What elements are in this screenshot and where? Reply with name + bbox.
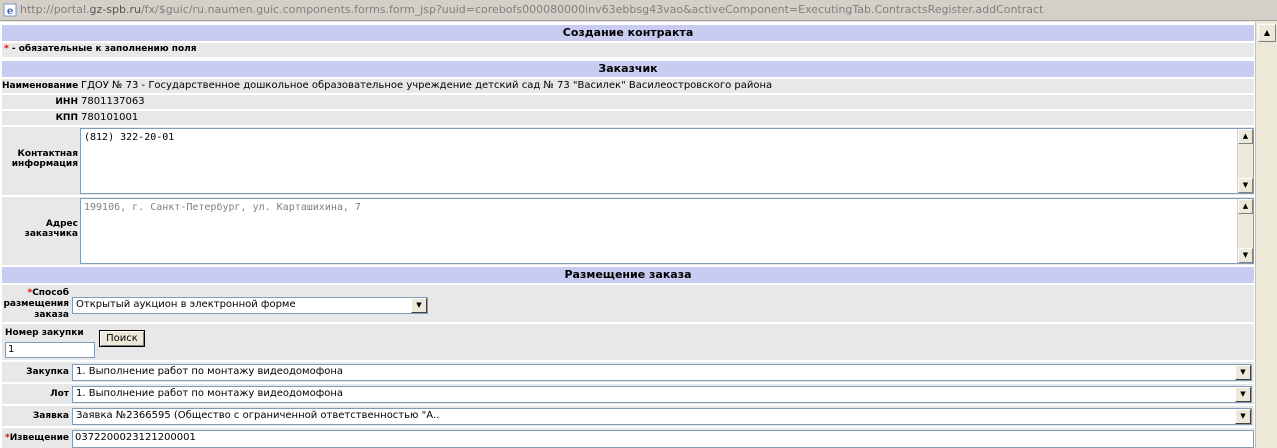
page-content: Создание контракта * - обязательные к за… xyxy=(0,22,1256,448)
placement-method-row: *Способ размещения заказа Открытый аукци… xyxy=(2,285,1254,322)
purchase-select[interactable]: 1. Выполнение работ по монтажу видеодомо… xyxy=(72,364,1252,381)
application-row: Заявка Заявка №2366595 (Общество с огран… xyxy=(2,406,1254,426)
purchase-value: 1. Выполнение работ по монтажу видеодомо… xyxy=(76,366,344,377)
customer-kpp-row: КПП 780101001 xyxy=(2,111,1254,125)
placement-method-label: *Способ размещения заказа xyxy=(3,288,69,320)
customer-name-label: Наименование xyxy=(2,81,79,91)
ie-page-icon: e xyxy=(3,3,17,17)
customer-inn-row: ИНН 7801137063 xyxy=(2,95,1254,109)
search-button[interactable]: Поиск xyxy=(99,330,145,347)
inn-value: 7801137063 xyxy=(81,96,145,107)
application-label: Заявка xyxy=(32,411,69,421)
scroll-down-icon[interactable]: ▼ xyxy=(1238,248,1253,263)
address-bar[interactable]: e http://portal.gz-spb.ru/fx/$guic/ru.na… xyxy=(0,0,1277,21)
chevron-down-icon[interactable]: ▼ xyxy=(1235,365,1251,380)
customer-address-label: Адрес заказчика xyxy=(24,219,78,239)
customer-name-value: ГДОУ № 73 - Государственное дошкольное о… xyxy=(81,80,773,91)
customer-address-row: Адрес заказчика 199106, г. Санкт-Петербу… xyxy=(2,197,1254,265)
contact-info-row: Контактная информация (812) 322-20-01 ▲ … xyxy=(2,127,1254,195)
notice-label: *Извещение xyxy=(5,433,69,443)
lot-value: 1. Выполнение работ по монтажу видеодомо… xyxy=(76,388,344,399)
scroll-up-icon[interactable]: ▲ xyxy=(1238,129,1253,144)
scroll-up-icon[interactable]: ▲ xyxy=(1258,24,1276,42)
notice-value: 0372200023121200001 xyxy=(75,432,196,443)
required-note-row: * - обязательные к заполнению поля xyxy=(2,43,1254,57)
page-vertical-scrollbar[interactable]: ▲ xyxy=(1255,22,1277,448)
application-value: Заявка №2366595 (Общество с ограниченной… xyxy=(76,410,440,421)
chevron-down-icon[interactable]: ▼ xyxy=(411,298,427,313)
customer-address-text: 199106, г. Санкт-Петербург, ул. Карташих… xyxy=(84,202,361,213)
form-title: Создание контракта xyxy=(2,25,1254,41)
chevron-down-icon[interactable]: ▼ xyxy=(1235,409,1251,424)
customer-name-row: Наименование ГДОУ № 73 - Государственное… xyxy=(2,79,1254,93)
contact-info-textarea[interactable]: (812) 322-20-01 ▲ ▼ xyxy=(80,128,1254,194)
scroll-down-icon[interactable]: ▼ xyxy=(1238,178,1253,193)
lot-label: Лот xyxy=(50,389,69,399)
url-text[interactable]: http://portal.gz-spb.ru/fx/$guic/ru.naum… xyxy=(20,3,1043,16)
chevron-down-icon[interactable]: ▼ xyxy=(1235,387,1251,402)
purchase-number-label: Номер закупки xyxy=(5,328,84,338)
address-textarea-scrollbar[interactable]: ▲ ▼ xyxy=(1237,199,1253,263)
placement-method-value: Открытый аукцион в электронной форме xyxy=(76,299,296,310)
purchase-number-input[interactable]: 1 xyxy=(5,342,95,358)
application-select[interactable]: Заявка №2366595 (Общество с ограниченной… xyxy=(72,408,1252,425)
purchase-label: Закупка xyxy=(26,367,69,377)
lot-select[interactable]: 1. Выполнение работ по монтажу видеодомо… xyxy=(72,386,1252,403)
purchase-row: Закупка 1. Выполнение работ по монтажу в… xyxy=(2,362,1254,382)
customer-address-textarea[interactable]: 199106, г. Санкт-Петербург, ул. Карташих… xyxy=(80,198,1254,264)
notice-input[interactable]: 0372200023121200001 xyxy=(72,430,1254,448)
scroll-up-icon[interactable]: ▲ xyxy=(1238,199,1253,214)
contact-info-label: Контактная информация xyxy=(11,149,78,169)
kpp-value: 780101001 xyxy=(81,112,139,123)
lot-row: Лот 1. Выполнение работ по монтажу видео… xyxy=(2,384,1254,404)
contact-textarea-scrollbar[interactable]: ▲ ▼ xyxy=(1237,129,1253,193)
purchase-number-value: 1 xyxy=(8,344,15,355)
customer-section-title: Заказчик xyxy=(2,61,1254,77)
placement-section-title: Размещение заказа xyxy=(2,267,1254,283)
svg-text:e: e xyxy=(7,6,13,17)
placement-method-select[interactable]: Открытый аукцион в электронной форме ▼ xyxy=(72,297,428,314)
required-note: - обязательные к заполнению поля xyxy=(8,44,197,54)
purchase-search-row: Номер закупки 1 Поиск xyxy=(2,324,1254,360)
contact-info-text: (812) 322-20-01 xyxy=(84,132,175,143)
notice-row: *Извещение 0372200023121200001 xyxy=(2,428,1254,448)
inn-label: ИНН xyxy=(55,97,78,107)
kpp-label: КПП xyxy=(55,113,78,123)
